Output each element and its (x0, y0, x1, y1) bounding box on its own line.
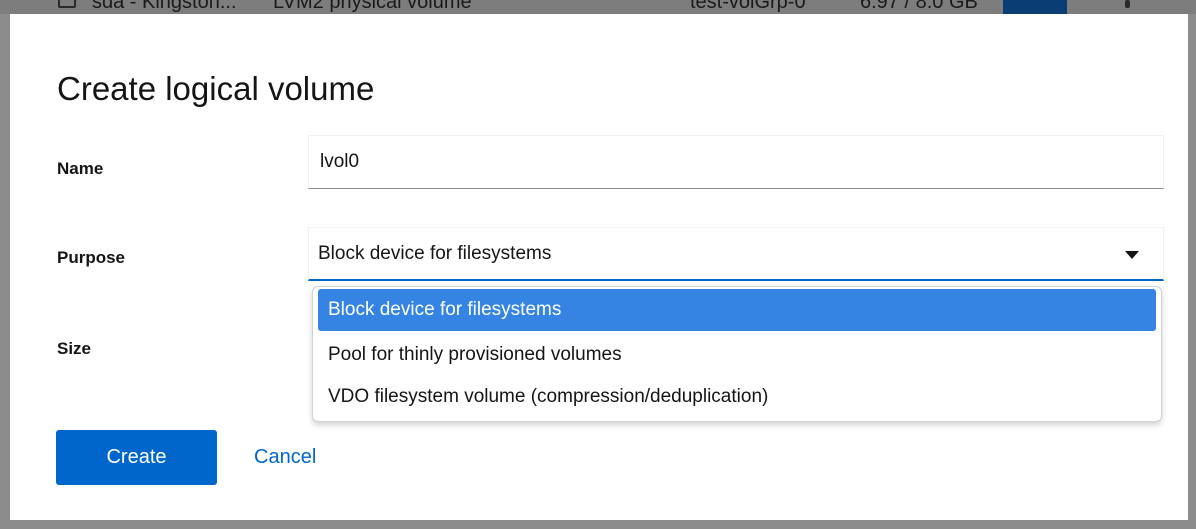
background-volume-row: sda - Kingston... LVM2 physical volume t… (0, 0, 1196, 14)
purpose-select-value: Block device for filesystems (318, 243, 552, 264)
disk-icon (58, 0, 76, 8)
backdrop-bottom-edge (0, 520, 1196, 529)
dialog-title: Create logical volume (57, 70, 375, 107)
backdrop-left-edge (0, 14, 10, 529)
background-volume-size: 6.97 / 8.0 GB (860, 0, 978, 13)
create-logical-volume-dialog: Create logical volume Name Purpose Block… (10, 14, 1188, 520)
purpose-option-vdo[interactable]: VDO filesystem volume (compression/dedup… (318, 376, 1156, 418)
name-label: Name (57, 159, 104, 178)
purpose-select[interactable]: Block device for filesystems (308, 227, 1164, 281)
cancel-button[interactable]: Cancel (254, 446, 316, 469)
background-action-button (1003, 0, 1067, 14)
purpose-label: Purpose (57, 248, 126, 267)
background-volume-type: LVM2 physical volume (273, 0, 472, 13)
name-input[interactable] (308, 135, 1164, 189)
backdrop-right-edge (1188, 14, 1196, 529)
purpose-dropdown-menu: Block device for filesystems Pool for th… (312, 286, 1162, 422)
size-label: Size (57, 339, 92, 358)
background-volume-group: test-volGrp-0 (690, 0, 806, 13)
purpose-option-thin-pool[interactable]: Pool for thinly provisioned volumes (318, 334, 1156, 376)
kebab-icon (1125, 0, 1130, 8)
background-device-name: sda - Kingston... (92, 0, 237, 13)
purpose-option-block-device[interactable]: Block device for filesystems (318, 289, 1156, 331)
caret-down-icon[interactable] (1125, 251, 1139, 259)
create-button[interactable]: Create (56, 430, 217, 485)
